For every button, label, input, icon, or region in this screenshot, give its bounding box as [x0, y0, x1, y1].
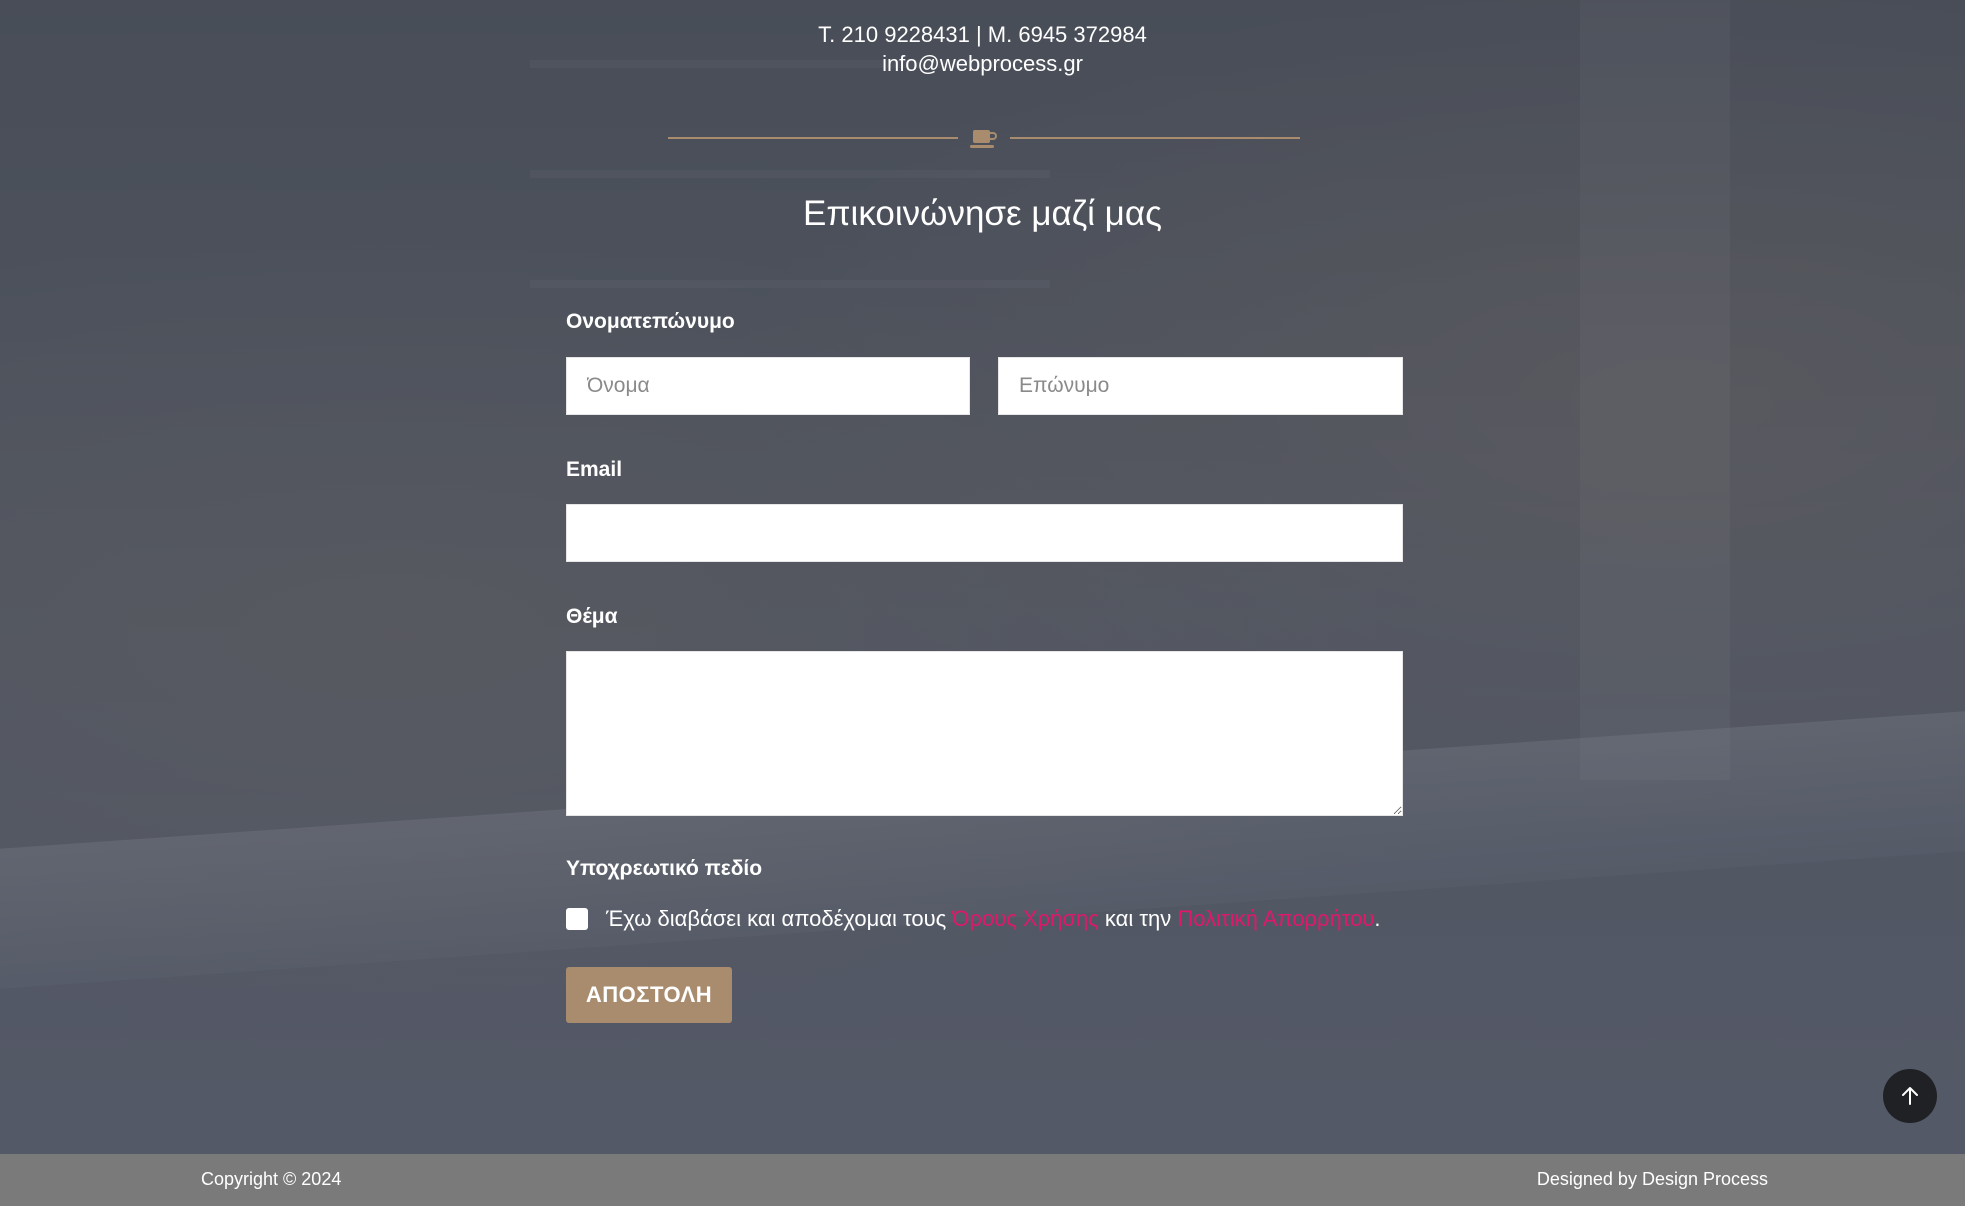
privacy-policy-link[interactable]: Πολιτική Απορρήτου	[1177, 906, 1374, 932]
footer: Copyright © 2024 Designed by Design Proc…	[0, 1154, 1965, 1206]
last-name-input[interactable]	[998, 357, 1403, 415]
consent-checkbox[interactable]	[566, 908, 588, 930]
submit-button[interactable]: ΑΠΟΣΤΟΛΗ	[566, 967, 732, 1023]
consent-row: Έχω διαβάσει και αποδέχομαι τους Όρους Χ…	[566, 904, 1381, 934]
email-label: Email	[566, 458, 623, 481]
copyright-text: Copyright © 2024	[201, 1169, 342, 1189]
designed-by-text[interactable]: Designed by Design Process	[1537, 1169, 1768, 1190]
consent-text-middle: και την	[1104, 906, 1172, 931]
first-name-input[interactable]	[566, 357, 970, 415]
background-overlay	[0, 0, 1965, 1154]
email-input[interactable]	[566, 504, 1403, 562]
arrow-up-icon	[1902, 1087, 1918, 1105]
full-name-label: Ονοματεπώνυμο	[566, 310, 735, 333]
consent-text-suffix: .	[1374, 906, 1381, 931]
consent-text-prefix: Έχω διαβάσει και αποδέχομαι τους	[606, 906, 947, 931]
subject-label: Θέμα	[566, 605, 618, 628]
contact-phones: T. 210 9228431 | M. 6945 372984	[818, 22, 1147, 47]
section-divider	[668, 124, 1300, 154]
coffee-cup-icon	[970, 130, 997, 148]
contact-form-title: Επικοινώνησε μαζί μας	[803, 194, 1162, 233]
divider-line-left	[668, 137, 958, 139]
contact-email[interactable]: info@webprocess.gr	[0, 49, 1965, 78]
divider-line-right	[1010, 137, 1300, 139]
subject-textarea[interactable]	[566, 651, 1403, 816]
required-field-label: Υποχρεωτικό πεδίο	[566, 857, 763, 880]
contact-info: T. 210 9228431 | M. 6945 372984 info@web…	[0, 20, 1965, 78]
back-to-top-button[interactable]	[1883, 1069, 1937, 1123]
terms-of-use-link[interactable]: Όρους Χρήσης	[952, 906, 1098, 932]
